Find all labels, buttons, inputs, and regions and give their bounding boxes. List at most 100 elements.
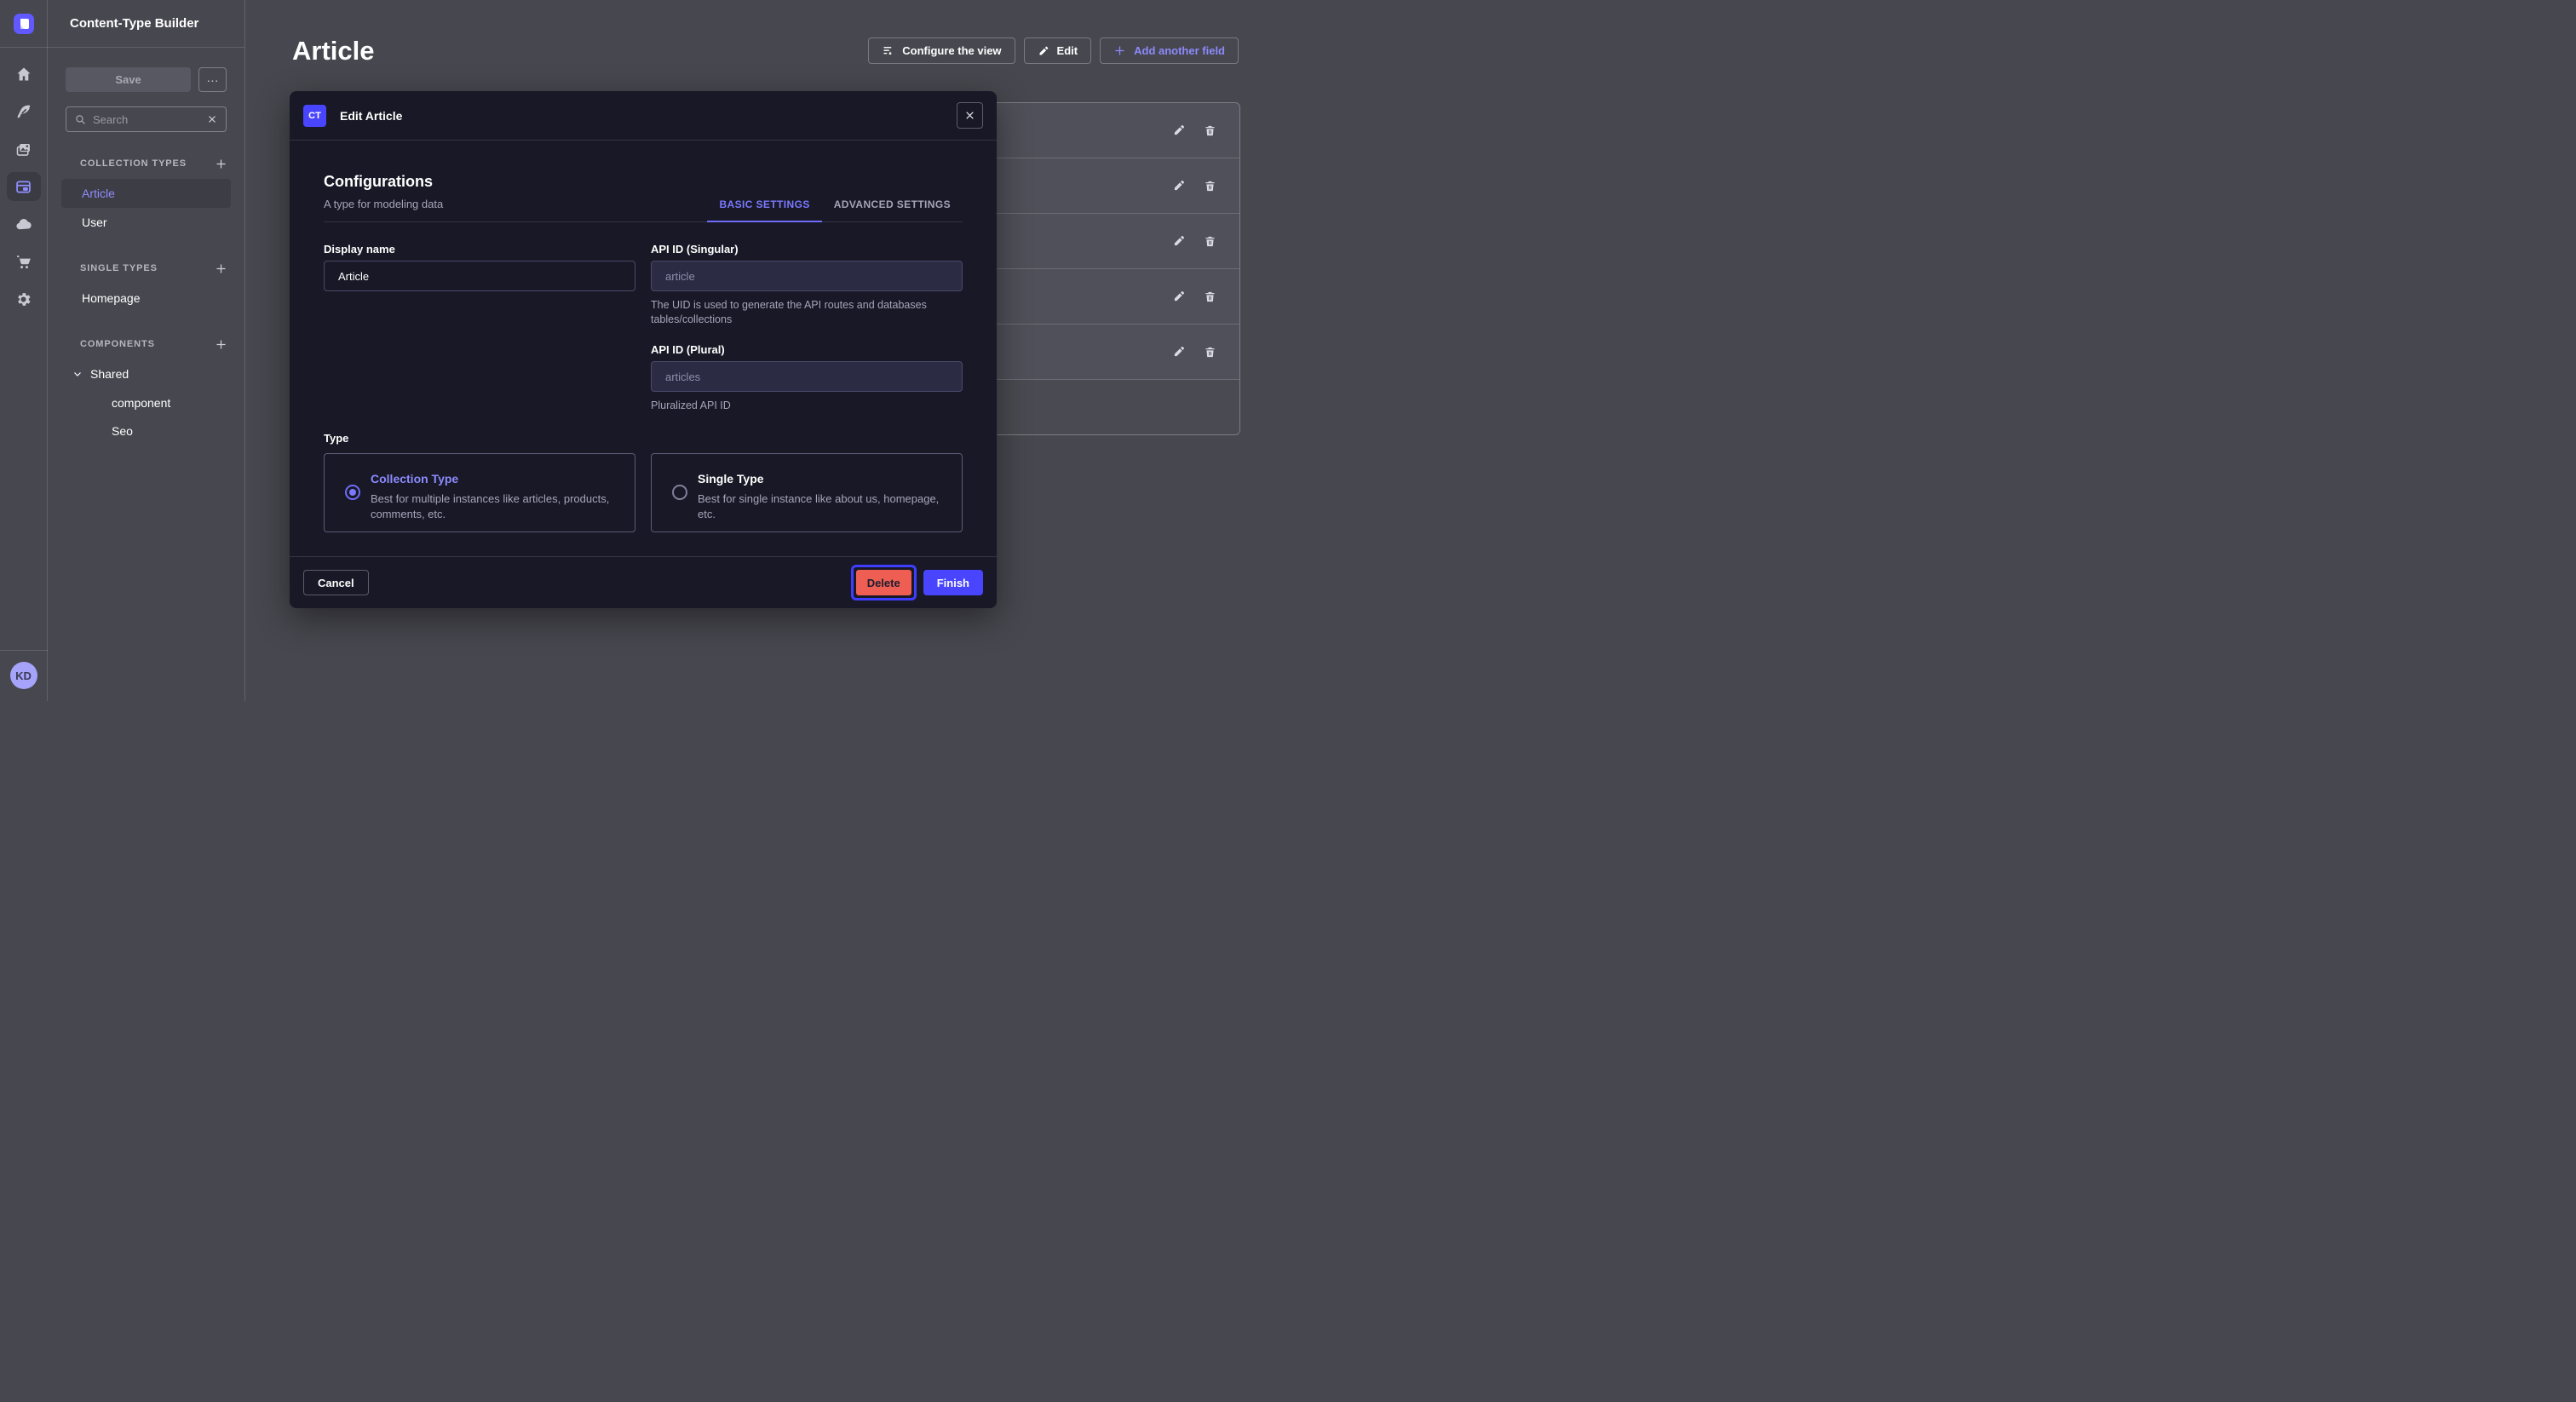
section-label: COMPONENTS (80, 339, 155, 349)
row-delete-trash-icon[interactable] (1204, 290, 1216, 303)
cloud-icon[interactable] (7, 210, 41, 238)
row-delete-trash-icon[interactable] (1204, 124, 1216, 137)
search-box (66, 106, 227, 132)
sidebar-group-shared[interactable]: Shared (48, 359, 244, 388)
sidebar-title: Content-Type Builder (48, 0, 244, 48)
modal-header: CT Edit Article (290, 91, 997, 141)
sidebar-item-homepage[interactable]: Homepage (61, 284, 231, 313)
display-name-field: Display name (324, 243, 635, 413)
cancel-button[interactable]: Cancel (303, 570, 369, 595)
feather-icon[interactable] (7, 97, 41, 126)
media-library-icon[interactable] (7, 135, 41, 164)
single-type-description: Best for single instance like about us, … (698, 491, 957, 522)
save-row: Save ··· (48, 48, 244, 92)
single-type-radio[interactable] (672, 485, 687, 500)
api-id-singular-hint: The UID is used to generate the API rout… (651, 298, 957, 327)
display-name-input[interactable] (324, 261, 635, 291)
sidebar-item-seo[interactable]: Seo (48, 417, 244, 445)
home-icon[interactable] (7, 60, 41, 89)
add-another-field-label: Add another field (1134, 44, 1225, 57)
row-delete-trash-icon[interactable] (1204, 346, 1216, 359)
collection-type-description: Best for multiple instances like article… (371, 491, 630, 522)
tab-advanced-settings[interactable]: ADVANCED SETTINGS (822, 198, 963, 222)
row-edit-pencil-icon[interactable] (1172, 290, 1186, 303)
api-id-singular-input[interactable] (651, 261, 963, 291)
search-icon (75, 114, 86, 125)
sidebar-item-article[interactable]: Article (61, 179, 231, 208)
fields-grid: Display name API ID (Singular) The UID i… (324, 243, 963, 413)
app-logo-box (0, 0, 48, 48)
display-name-label: Display name (324, 243, 635, 256)
row-delete-trash-icon[interactable] (1204, 180, 1216, 192)
collection-type-title: Collection Type (371, 472, 458, 486)
add-single-type-plus-icon[interactable] (215, 262, 227, 275)
delete-button-highlight-ring: Delete (851, 565, 917, 600)
rail-bottom: KD (0, 650, 48, 701)
close-icon (964, 110, 975, 121)
config-header-row: Configurations A type for modeling data … (324, 173, 963, 222)
edit-article-modal: CT Edit Article Configurations A type fo… (290, 91, 997, 608)
add-collection-type-plus-icon[interactable] (215, 158, 227, 170)
content-type-badge: CT (303, 105, 326, 127)
edit-button[interactable]: Edit (1024, 37, 1092, 64)
api-id-singular-field: API ID (Singular) The UID is used to gen… (651, 243, 963, 327)
sidebar-item-component[interactable]: component (48, 388, 244, 417)
clear-search-icon[interactable] (207, 114, 217, 124)
collection-type-card[interactable]: Collection Type Best for multiple instan… (324, 453, 635, 532)
modal-footer: Cancel Delete Finish (290, 556, 997, 608)
row-delete-trash-icon[interactable] (1204, 235, 1216, 248)
more-options-button[interactable]: ··· (198, 67, 227, 92)
single-type-card[interactable]: Single Type Best for single instance lik… (651, 453, 963, 532)
section-label: COLLECTION TYPES (80, 158, 187, 169)
strapi-logo-glyph (18, 18, 30, 30)
api-id-plural-hint: Pluralized API ID (651, 399, 957, 413)
modal-title: Edit Article (340, 109, 402, 123)
edit-label: Edit (1057, 44, 1078, 57)
finish-button[interactable]: Finish (923, 570, 983, 595)
api-id-singular-label: API ID (Singular) (651, 243, 963, 256)
tab-basic-settings[interactable]: BASIC SETTINGS (707, 198, 821, 222)
config-subtitle: A type for modeling data (324, 198, 443, 210)
row-edit-pencil-icon[interactable] (1172, 124, 1186, 137)
plus-icon (1113, 44, 1126, 57)
api-id-plural-input[interactable] (651, 361, 963, 392)
save-button[interactable]: Save (66, 67, 191, 92)
configure-view-button[interactable]: Configure the view (868, 37, 1015, 64)
api-id-column: API ID (Singular) The UID is used to gen… (651, 243, 963, 413)
sidebar: Content-Type Builder Save ··· COLLECTION… (48, 0, 245, 701)
delete-button[interactable]: Delete (856, 570, 911, 595)
type-cards: Collection Type Best for multiple instan… (324, 453, 963, 532)
modal-body: Configurations A type for modeling data … (290, 141, 997, 532)
single-type-title: Single Type (698, 472, 764, 486)
chevron-down-icon (72, 369, 83, 379)
close-button[interactable] (957, 102, 983, 129)
add-component-plus-icon[interactable] (215, 338, 227, 351)
settings-tabs: BASIC SETTINGS ADVANCED SETTINGS (707, 198, 963, 221)
settings-icon[interactable] (7, 284, 41, 313)
configure-view-label: Configure the view (902, 44, 1001, 57)
nav-rail: KD (0, 0, 48, 701)
section-label: SINGLE TYPES (80, 263, 158, 273)
content-type-builder-icon[interactable] (7, 172, 41, 201)
header-actions: Configure the view Edit Add another fiel… (868, 37, 1239, 64)
avatar[interactable]: KD (10, 662, 37, 689)
sidebar-item-user[interactable]: User (61, 208, 231, 237)
row-edit-pencil-icon[interactable] (1172, 179, 1186, 192)
section-collection-types: COLLECTION TYPES Article User (48, 157, 244, 237)
pencil-icon (1038, 45, 1049, 57)
type-label: Type (324, 432, 963, 445)
row-edit-pencil-icon[interactable] (1172, 345, 1186, 359)
page-title: Article (292, 36, 374, 66)
config-title: Configurations (324, 173, 443, 191)
marketplace-cart-icon[interactable] (7, 247, 41, 276)
row-edit-pencil-icon[interactable] (1172, 234, 1186, 248)
strapi-logo[interactable] (14, 14, 34, 34)
section-components: COMPONENTS Shared component Seo (48, 337, 244, 445)
section-single-types: SINGLE TYPES Homepage (48, 261, 244, 313)
search-input[interactable] (93, 113, 200, 126)
add-another-field-button[interactable]: Add another field (1100, 37, 1239, 64)
collection-type-radio[interactable] (345, 485, 360, 500)
group-label: Shared (90, 367, 129, 381)
api-id-plural-label: API ID (Plural) (651, 343, 963, 356)
filter-lines-icon (882, 44, 894, 57)
